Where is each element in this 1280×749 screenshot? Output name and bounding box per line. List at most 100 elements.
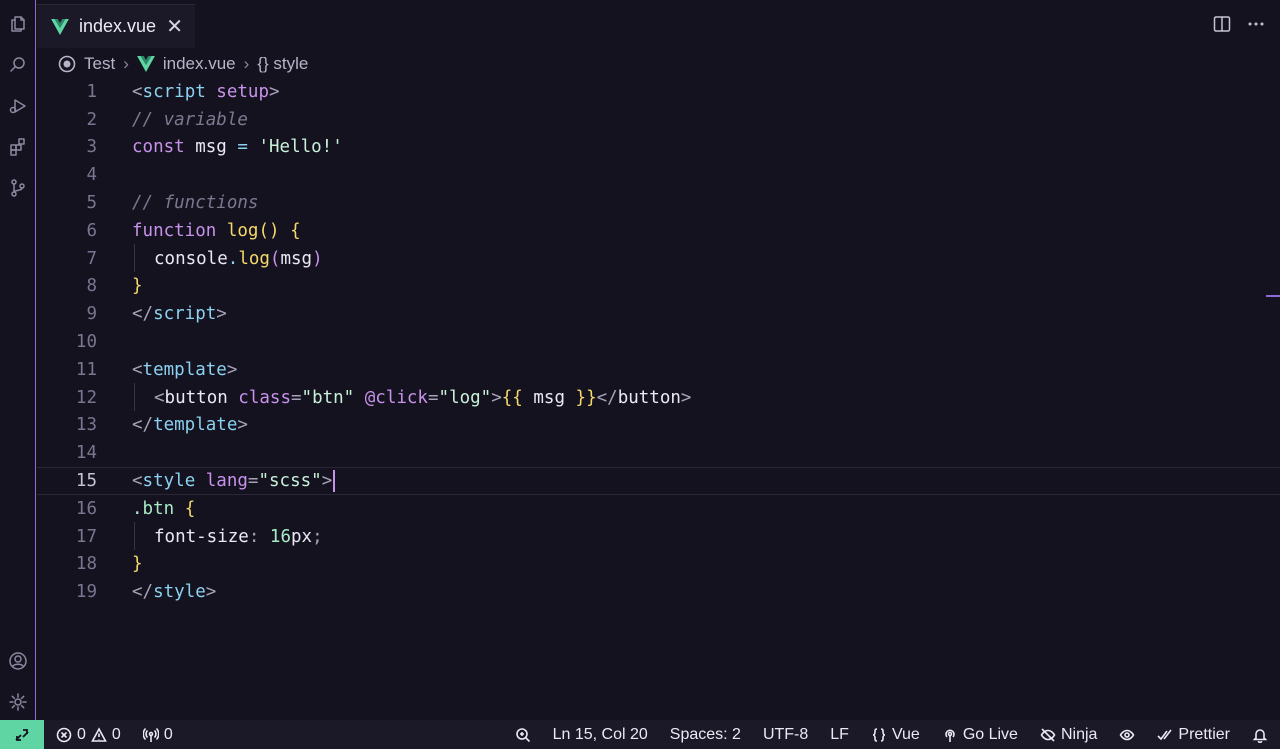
breadcrumb-symbol[interactable]: {} style [257, 54, 308, 74]
ports-icon [142, 727, 159, 742]
manage-button[interactable] [0, 684, 36, 720]
code-line-8: 8} [37, 273, 1280, 301]
prettier-label: Prettier [1178, 725, 1230, 743]
go-live-label: Go Live [962, 725, 1018, 743]
breadcrumb: Test › index.vue › {} style [58, 52, 308, 76]
code-line-11: 11 <template> [37, 356, 1280, 384]
extensions-icon [10, 138, 25, 156]
code-line-14: 14 [37, 439, 1280, 467]
warning-icon [91, 726, 107, 742]
scrollbar-position-marker [1266, 295, 1280, 297]
code-line-2: 2 // variable [37, 106, 1280, 134]
error-icon [56, 727, 72, 742]
line-number: 4 [86, 165, 97, 186]
preview-button[interactable] [1119, 727, 1135, 743]
line-number: 19 [75, 582, 97, 603]
ports-count: 0 [163, 725, 173, 743]
notifications-button[interactable] [1252, 727, 1268, 743]
remote-button[interactable] [0, 720, 44, 749]
zoom-button[interactable] [515, 727, 531, 743]
code-editor[interactable]: 1 <script setup> 2 // variable 3 const msg … [37, 78, 1280, 718]
warning-count: 0 [111, 725, 121, 743]
breadcrumb-file[interactable]: index.vue [136, 54, 236, 74]
braces-icon [872, 727, 886, 742]
code-text: font-size: 16px; [154, 526, 323, 547]
vue-icon [51, 18, 69, 35]
indentation-selector[interactable]: Spaces: 2 [670, 726, 741, 744]
language-label: Vue [891, 725, 920, 743]
line-number: 15 [75, 471, 97, 492]
code-text: </template> [132, 415, 248, 436]
code-text: // variable [132, 109, 248, 130]
code-text: // functions [132, 193, 259, 214]
source-control-button[interactable] [0, 170, 36, 206]
search-icon [10, 57, 25, 72]
code-text: } [132, 276, 143, 297]
code-line-5: 5 // functions [37, 189, 1280, 217]
line-number: 1 [86, 81, 97, 102]
eye-slash-icon [1040, 727, 1056, 742]
prettier-button[interactable]: Prettier [1157, 726, 1230, 744]
code-line-1: 1 <script setup> [37, 78, 1280, 106]
line-number: 12 [75, 387, 97, 408]
split-editor-button[interactable] [1212, 14, 1232, 34]
code-line-4: 4 [37, 161, 1280, 189]
line-number: 18 [75, 554, 97, 575]
line-number: 10 [75, 332, 97, 353]
error-count: 0 [77, 725, 86, 743]
ports-indicator[interactable]: 0 [142, 725, 173, 744]
ninja-button[interactable]: Ninja [1040, 726, 1097, 744]
run-debug-icon [9, 99, 26, 114]
explorer-button[interactable] [0, 6, 36, 42]
tab-label: index.vue [79, 16, 157, 36]
remote-icon [15, 728, 29, 741]
code-text: function log() { [132, 220, 301, 241]
eol-selector[interactable]: LF [830, 726, 849, 744]
cursor-position[interactable]: Ln 15, Col 20 [553, 726, 648, 744]
eye-icon [1120, 729, 1135, 740]
text-cursor [333, 470, 336, 493]
line-number: 9 [86, 304, 97, 325]
status-bar: 0 0 0 Ln 15, Col 20 Spaces: 2 UTF-8 LF V… [0, 720, 1280, 749]
double-check-icon [1157, 729, 1173, 740]
source-control-icon [11, 179, 25, 197]
bell-icon [1252, 728, 1268, 743]
code-line-19: 19 </style> [37, 578, 1280, 606]
encoding-selector[interactable]: UTF-8 [763, 726, 808, 744]
line-number: 17 [75, 526, 97, 547]
line-number: 16 [75, 498, 97, 519]
extensions-button[interactable] [0, 129, 36, 165]
vue-icon [136, 56, 155, 72]
search-button[interactable] [0, 47, 36, 83]
chevron-right-icon: › [123, 54, 129, 73]
line-number: 7 [86, 248, 97, 269]
folder-target-icon [58, 55, 76, 73]
run-debug-button[interactable] [0, 88, 36, 124]
accounts-button[interactable] [0, 643, 36, 679]
close-icon[interactable]: ✕ [166, 17, 183, 37]
code-line-10: 10 [37, 328, 1280, 356]
code-line-7: 7 console.log(msg) [37, 245, 1280, 273]
problems-indicator[interactable]: 0 0 [56, 726, 121, 744]
tab-index-vue[interactable]: index.vue ✕ [37, 4, 195, 48]
breadcrumb-root[interactable]: Test [58, 54, 115, 74]
go-live-button[interactable]: Go Live [942, 726, 1018, 744]
code-line-18: 18} [37, 551, 1280, 579]
line-number: 14 [75, 443, 97, 464]
code-line-16: 16 .btn { [37, 495, 1280, 523]
files-icon [11, 16, 25, 32]
code-text: .btn { [132, 498, 196, 519]
line-number: 2 [86, 109, 97, 130]
breadcrumb-root-label: Test [84, 54, 116, 73]
activity-bar [0, 0, 36, 720]
code-text: <script setup> [132, 81, 280, 102]
code-line-13: 13 </template> [37, 412, 1280, 440]
code-text: const msg = 'Hello!' [132, 137, 343, 158]
language-mode[interactable]: Vue [871, 726, 920, 744]
code-line-9: 9 </script> [37, 300, 1280, 328]
line-number: 13 [75, 415, 97, 436]
code-text: </script> [132, 304, 227, 325]
code-line-17: 17 font-size: 16px; [37, 523, 1280, 551]
code-line-6: 6 function log() { [37, 217, 1280, 245]
more-actions-button[interactable] [1246, 14, 1266, 34]
